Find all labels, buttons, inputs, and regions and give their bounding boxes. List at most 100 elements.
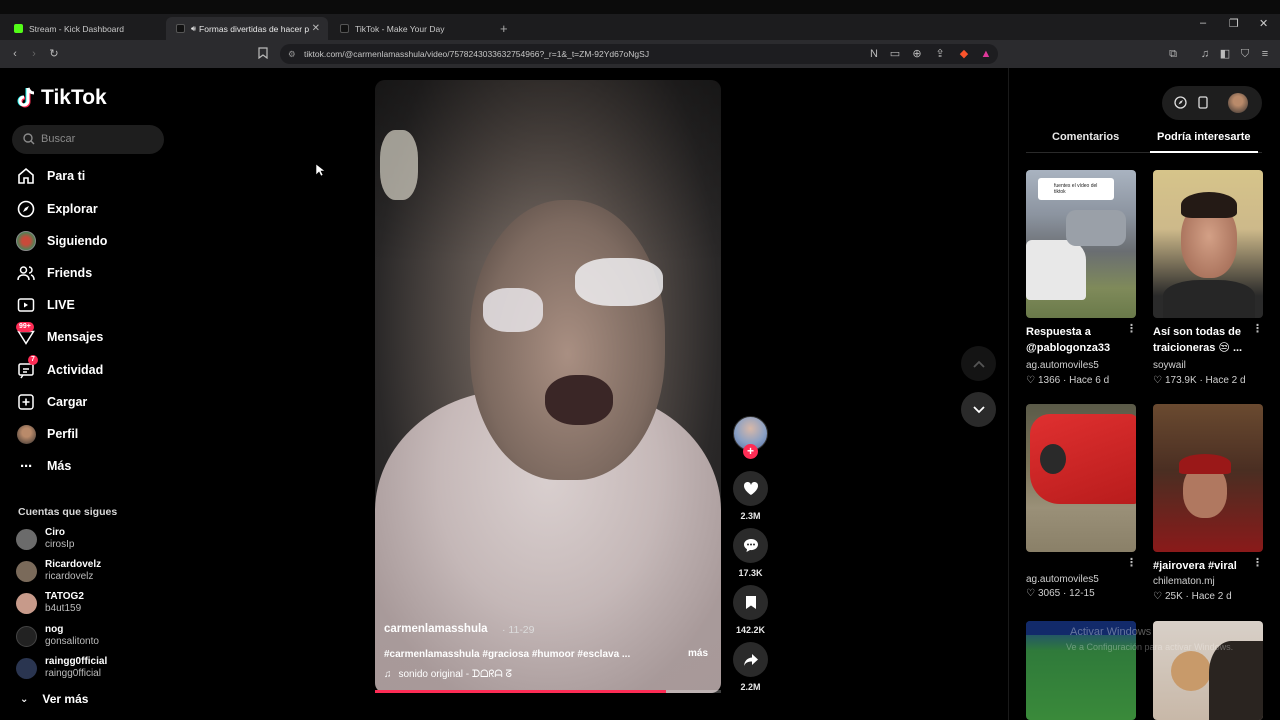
follow-button[interactable]: +: [743, 444, 758, 459]
music-icon[interactable]: ♫: [1198, 47, 1212, 61]
nav-cargar[interactable]: Cargar: [16, 391, 87, 413]
see-more-button[interactable]: ⌄ Ver más: [20, 692, 88, 706]
heart-outline-icon: ♡: [1153, 375, 1162, 386]
menu-icon[interactable]: ≡: [1258, 47, 1272, 61]
comment-button[interactable]: [733, 528, 768, 563]
more-options-icon[interactable]: ⋮: [1126, 322, 1137, 335]
tab-tiktok-video[interactable]: 🔊︎ Formas divertidas de hacer p ✕: [166, 17, 328, 40]
forward-icon[interactable]: ›: [27, 47, 41, 61]
nav-label: Perfil: [47, 427, 79, 441]
tiktok-logo[interactable]: TikTok: [17, 86, 107, 110]
card-title[interactable]: #jairovera #viral: [1153, 558, 1253, 574]
nav-perfil[interactable]: Perfil: [16, 423, 78, 445]
reload-icon[interactable]: ↻: [47, 47, 61, 61]
recommended-thumbnail[interactable]: fuentes el vídeo del tiktok: [1026, 170, 1136, 318]
comment-count: 17.3K: [738, 568, 763, 578]
tiktok-favicon-icon: [340, 24, 349, 33]
maximize-button[interactable]: ❐: [1229, 17, 1239, 30]
sidebar-toggle-icon[interactable]: ◧: [1218, 47, 1232, 61]
account-handle: cirosIp: [45, 539, 75, 550]
following-account[interactable]: Ricardovelz ricardovelz: [16, 557, 101, 585]
card-user[interactable]: soywail: [1153, 360, 1186, 371]
card-meta: ♡ 3065 · 12-15: [1026, 588, 1095, 599]
search-input[interactable]: Buscar: [12, 125, 164, 154]
video-caption[interactable]: #carmenlamasshula #graciosa #humoor #esc…: [384, 649, 630, 660]
vpn-icon[interactable]: ⛉: [1238, 47, 1252, 61]
zoom-icon[interactable]: ⊕: [910, 47, 924, 61]
video-face: [470, 200, 665, 480]
speaker-icon: 🔊︎: [191, 23, 197, 33]
more-options-icon[interactable]: ⋮: [1126, 556, 1137, 569]
like-button[interactable]: [733, 471, 768, 506]
video-username[interactable]: carmenlamasshula: [384, 623, 488, 635]
bookmark-icon[interactable]: [258, 47, 272, 61]
card-user[interactable]: ag.automoviles5: [1026, 360, 1099, 371]
close-tab-icon[interactable]: ✕: [312, 23, 320, 34]
back-icon[interactable]: ‹: [8, 47, 22, 61]
brave-rewards-icon[interactable]: ▲: [979, 47, 993, 61]
video-progress-bar[interactable]: [375, 690, 721, 693]
card-title[interactable]: Respuesta a @pablogonza33: [1026, 324, 1126, 356]
previous-video-button[interactable]: [961, 346, 996, 381]
caption-more-button[interactable]: más: [688, 648, 708, 659]
recommended-thumbnail[interactable]: [1026, 404, 1136, 552]
video-player[interactable]: [375, 80, 721, 693]
nav-para-ti[interactable]: Para ti: [16, 165, 85, 187]
nav-explorar[interactable]: Explorar: [16, 198, 98, 220]
new-tab-button[interactable]: +: [496, 17, 518, 40]
compass-icon: [16, 199, 36, 219]
following-account[interactable]: raingg0fficial raingg0fficial: [16, 654, 107, 682]
following-account[interactable]: TATOG2 b4ut159: [16, 589, 84, 617]
recommended-thumbnail[interactable]: [1153, 170, 1263, 318]
nav-mas[interactable]: ··· Más: [16, 455, 71, 477]
no-tracking-icon[interactable]: N: [867, 47, 881, 61]
logo-text: TikTok: [41, 86, 107, 109]
share-icon[interactable]: ⇪: [933, 47, 947, 61]
site-info-icon[interactable]: ⚙: [288, 44, 296, 64]
more-options-icon[interactable]: ⋮: [1252, 322, 1263, 335]
thumbnail-puppy: [1171, 651, 1211, 691]
account-handle: b4ut159: [45, 603, 82, 614]
nav-mensajes[interactable]: 99+ Mensajes: [16, 322, 103, 348]
recommended-thumbnail[interactable]: [1153, 621, 1263, 720]
device-icon[interactable]: [1198, 96, 1208, 109]
save-button[interactable]: [733, 585, 768, 620]
nav-live[interactable]: LIVE: [16, 294, 75, 316]
tab-tiktok-home[interactable]: TikTok - Make Your Day: [330, 17, 490, 40]
like-count: 2.3M: [740, 511, 761, 521]
tab-podria-interesarte[interactable]: Podría interesarte: [1157, 131, 1251, 143]
compass-icon[interactable]: [1174, 96, 1187, 109]
card-user[interactable]: ag.automoviles5: [1026, 574, 1099, 585]
card-title[interactable]: Así son todas de traicioneras 😒 ...: [1153, 324, 1253, 356]
user-avatar[interactable]: [1228, 93, 1248, 113]
cast-icon[interactable]: ▭: [888, 47, 902, 61]
video-sound[interactable]: ♫ sonido original - ᗪᗝᖇᗩ ᘔ: [384, 669, 512, 680]
screenshot-icon[interactable]: ⧉: [1166, 47, 1180, 61]
video-date: · 11-29: [502, 624, 535, 636]
video-glasses-right: [575, 258, 663, 306]
thumbnail-reply-sticker: fuentes el vídeo del tiktok: [1038, 178, 1114, 200]
more-options-icon[interactable]: ⋮: [1252, 556, 1263, 569]
share-button[interactable]: [733, 642, 768, 677]
close-window-button[interactable]: ✕: [1259, 17, 1268, 30]
minimize-button[interactable]: –: [1200, 17, 1206, 29]
following-account[interactable]: nog gonsalitonto: [16, 622, 99, 650]
recommended-thumbnail[interactable]: [1153, 404, 1263, 552]
next-video-button[interactable]: [961, 392, 996, 427]
tab-strip: Stream - Kick Dashboard 🔊︎ Formas divert…: [0, 14, 1280, 40]
nav-siguiendo[interactable]: Siguiendo: [16, 230, 107, 252]
tab-kick[interactable]: Stream - Kick Dashboard: [4, 17, 164, 40]
brave-shield-icon[interactable]: ◆: [957, 47, 971, 61]
card-user[interactable]: chilematon.mj: [1153, 576, 1215, 587]
mouse-cursor-icon: [316, 164, 325, 177]
nav-actividad[interactable]: 7 Actividad: [16, 355, 104, 381]
heart-outline-icon: ♡: [1153, 591, 1162, 602]
account-handle: raingg0fficial: [45, 668, 101, 679]
account-name: TATOG2: [45, 591, 84, 602]
tab-comentarios[interactable]: Comentarios: [1052, 131, 1119, 143]
following-account[interactable]: Ciro cirosIp: [16, 525, 74, 553]
nav-label: Actividad: [47, 363, 104, 377]
comment-icon: [743, 539, 758, 552]
thumbnail-wheel: [1040, 444, 1066, 474]
nav-friends[interactable]: Friends: [16, 262, 92, 284]
